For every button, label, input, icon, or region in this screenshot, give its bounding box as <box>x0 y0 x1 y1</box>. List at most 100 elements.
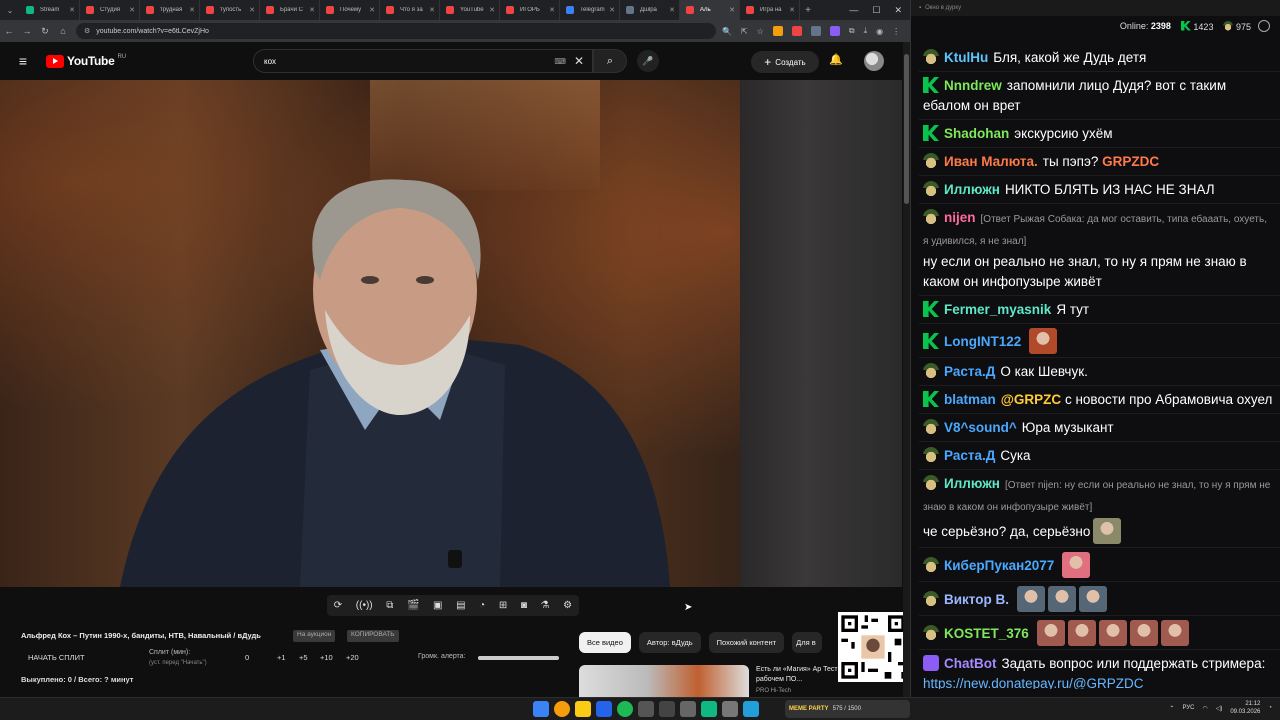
close-tab-icon[interactable]: ✕ <box>789 6 795 14</box>
add-video-icon[interactable]: ⊞ <box>499 600 507 611</box>
chat-username[interactable]: Shadohan <box>944 126 1009 141</box>
back-icon[interactable]: ← <box>0 26 18 36</box>
clapper-icon[interactable]: 🎬 <box>407 600 419 611</box>
chip-similar[interactable]: Похожий контент <box>708 632 785 653</box>
scrollbar-thumb[interactable] <box>904 54 909 204</box>
start-windows-icon[interactable] <box>533 701 549 717</box>
wifi-icon[interactable]: ◠ <box>1202 705 1207 712</box>
close-tab-icon[interactable]: ✕ <box>729 6 735 14</box>
search-input[interactable]: кох ⌨ ✕ <box>253 49 593 73</box>
menu-kebab-icon[interactable]: ⋮ <box>892 27 900 36</box>
cinema-mode-icon[interactable]: ▤ <box>456 600 465 611</box>
home-icon[interactable]: ⌂ <box>54 26 72 36</box>
copy-button[interactable]: КОПИРОВАТЬ <box>347 630 399 642</box>
avatar[interactable] <box>864 51 884 71</box>
chat-username[interactable]: Виктор В. <box>944 592 1009 607</box>
tray-chevron-icon[interactable]: ⌃ <box>1169 705 1174 712</box>
voice-search-button[interactable]: 🎤 <box>637 50 659 72</box>
site-info-icon[interactable]: ⚙ <box>84 27 90 35</box>
profile-icon[interactable]: ◉ <box>876 27 883 36</box>
close-tab-icon[interactable]: ✕ <box>429 6 435 14</box>
chat-username[interactable]: Раста.Д <box>944 364 995 379</box>
chip-all-videos[interactable]: Все видео <box>579 632 631 653</box>
loop-icon[interactable]: ⟳ <box>334 600 342 611</box>
telegram-icon[interactable] <box>743 701 759 717</box>
chat-mention[interactable]: @GRPZC <box>1001 392 1061 407</box>
app-icon[interactable] <box>722 701 738 717</box>
donate-link[interactable]: https://new.donatepay.ru/@GRPZDC <box>923 676 1144 689</box>
chat-username[interactable]: V8^sound^ <box>944 420 1017 435</box>
chat-username[interactable]: КиберПукан2077 <box>944 558 1054 573</box>
close-tab-icon[interactable]: ✕ <box>129 6 135 14</box>
new-tab-button[interactable]: + <box>800 5 816 16</box>
tab-search-chevron-icon[interactable]: ⌄ <box>0 0 20 20</box>
screenshot-camera-icon[interactable]: ◙ <box>521 600 527 611</box>
video-player[interactable] <box>0 80 902 587</box>
close-tab-icon[interactable]: ✕ <box>609 6 615 14</box>
obs-icon[interactable] <box>638 701 654 717</box>
playback-speed-icon[interactable]: ⧉ <box>386 600 393 611</box>
close-tab-icon[interactable]: ✕ <box>249 6 255 14</box>
url-field[interactable]: ⚙ youtube.com/watch?v=e6tLCevZjHo <box>76 23 716 39</box>
chat-username[interactable]: Fermer_myasnik <box>944 302 1051 317</box>
reload-icon[interactable]: ↻ <box>36 26 54 37</box>
close-tab-icon[interactable]: ✕ <box>309 6 315 14</box>
create-button[interactable]: + Создать <box>751 51 819 73</box>
close-tab-icon[interactable]: ✕ <box>549 6 555 14</box>
chat-username[interactable]: Nnndrew <box>944 78 1002 93</box>
tab-1[interactable]: Студия ✕ <box>80 0 140 20</box>
volume-icon[interactable]: ◁) <box>1216 705 1223 712</box>
extension-icon[interactable] <box>791 26 802 36</box>
start-split-button[interactable]: НАЧАТЬ СПЛИТ <box>28 653 85 662</box>
chat-settings-icon[interactable] <box>1258 20 1270 32</box>
tab-7[interactable]: YouTube ✕ <box>440 0 500 20</box>
chat-username[interactable]: KtulHu <box>944 50 988 65</box>
close-tab-icon[interactable]: ✕ <box>69 6 75 14</box>
tab-0[interactable]: Stream ✕ <box>20 0 80 20</box>
speedometer-icon[interactable]: ◔ <box>479 600 485 611</box>
tab-4[interactable]: Брачи С ✕ <box>260 0 320 20</box>
keyboard-icon[interactable]: ⌨ <box>554 57 566 66</box>
notification-bell-icon[interactable]: ◔ <box>1268 705 1272 711</box>
chip-author[interactable]: Автор: вДудь <box>638 632 701 653</box>
chat-username[interactable]: Иллюжн <box>944 182 1000 197</box>
chat-username[interactable]: nijen <box>944 210 976 225</box>
flask-icon[interactable]: ⚗ <box>540 600 549 611</box>
clock[interactable]: 21:12 09.03.2026 <box>1230 700 1260 716</box>
bookmark-star-icon[interactable]: ☆ <box>757 27 764 36</box>
chat-username[interactable]: KOSTET_376 <box>944 626 1029 641</box>
tab-9[interactable]: Telegram ✕ <box>560 0 620 20</box>
close-window-icon[interactable]: ✕ <box>894 5 902 16</box>
page-scrollbar[interactable] <box>903 42 910 697</box>
settings-gear-icon[interactable]: ⚙ <box>563 600 572 611</box>
forward-icon[interactable]: → <box>18 26 36 36</box>
clear-search-icon[interactable]: ✕ <box>574 54 584 68</box>
split-plus1-button[interactable]: +1 <box>277 653 286 662</box>
chat-username[interactable]: Иван Малюта. <box>944 154 1038 169</box>
close-tab-icon[interactable]: ✕ <box>189 6 195 14</box>
auction-button[interactable]: На аукцион <box>293 630 336 642</box>
recommended-video-thumbnail[interactable] <box>579 665 749 697</box>
chrome-icon[interactable] <box>554 701 570 717</box>
chat-username[interactable]: blatman <box>944 392 996 407</box>
extension-icon[interactable] <box>829 26 840 36</box>
tab-8[interactable]: ИГОРЬ ✕ <box>500 0 560 20</box>
split-plus5-button[interactable]: +5 <box>299 653 308 662</box>
zoom-icon[interactable]: 🔍 <box>722 27 732 36</box>
chip-for-you[interactable]: Для в <box>792 632 823 653</box>
chat-username[interactable]: LongINT122 <box>944 334 1021 349</box>
chat-username[interactable]: Иллюжн <box>944 476 1000 491</box>
minimize-icon[interactable]: — <box>849 5 858 16</box>
tab-6[interactable]: Что я за ✕ <box>380 0 440 20</box>
app-icon[interactable] <box>701 701 717 717</box>
maximize-icon[interactable]: ☐ <box>872 5 880 16</box>
language-indicator[interactable]: РУС <box>1182 705 1194 711</box>
media-player-icon[interactable] <box>680 701 696 717</box>
tab-10[interactable]: Дшlра ✕ <box>620 0 680 20</box>
picture-in-picture-icon[interactable]: ▣ <box>433 600 442 611</box>
tab-5[interactable]: Почему ✕ <box>320 0 380 20</box>
steam-icon[interactable] <box>596 701 612 717</box>
chat-username[interactable]: ChatBot <box>944 656 997 671</box>
split-value-button[interactable]: 0 <box>245 653 249 662</box>
chat-mention[interactable]: GRPZDC <box>1102 154 1159 169</box>
